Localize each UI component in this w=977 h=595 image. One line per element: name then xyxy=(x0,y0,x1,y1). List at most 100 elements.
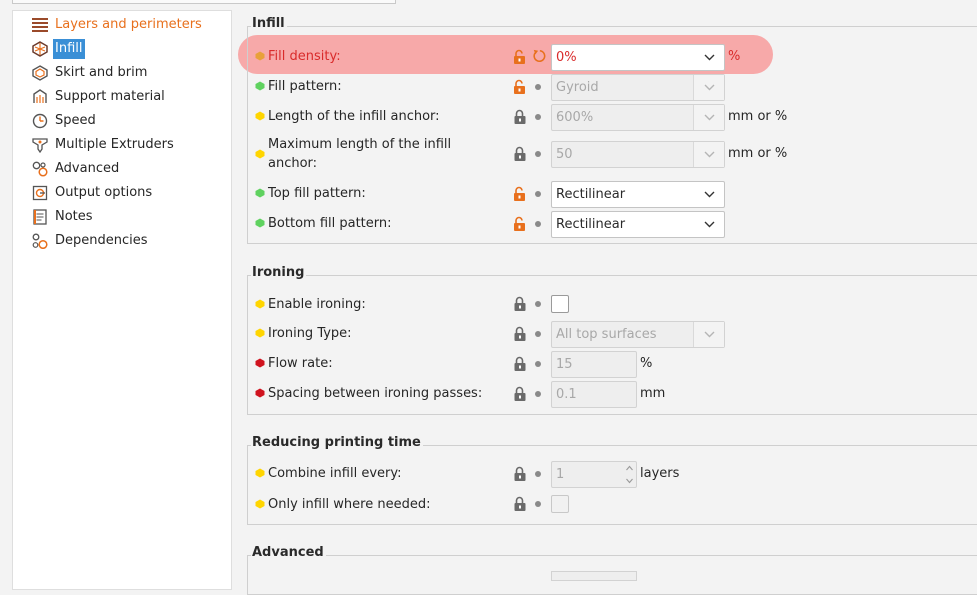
enable-ironing-checkbox[interactable] xyxy=(551,295,569,313)
only-infill-needed-label: Only infill where needed: xyxy=(268,497,431,512)
fill-density-row: Fill density: 0% % xyxy=(255,44,975,71)
fill-density-combo[interactable]: 0% xyxy=(551,44,725,71)
fill-density-label: Fill density: xyxy=(268,49,341,64)
chevron-down-icon[interactable] xyxy=(693,322,724,347)
fill-pattern-value: Gyroid xyxy=(556,80,599,95)
combine-infill-value: 1 xyxy=(556,467,565,482)
sidebar-item-advanced[interactable]: Advanced xyxy=(31,158,121,180)
ironing-spacing-value: 0.1 xyxy=(556,387,577,402)
fill-pattern-combo[interactable]: Gyroid xyxy=(551,74,725,101)
ironing-type-row: Ironing Type: All top surfaces xyxy=(255,321,975,348)
anchor-length-value: 600% xyxy=(556,110,594,125)
sidebar-item-notes[interactable]: Notes xyxy=(31,206,95,228)
sidebar: Layers and perimeters Infill Skirt and b… xyxy=(12,10,232,590)
mode-advanced-dot-icon xyxy=(255,468,265,478)
top-fill-combo[interactable]: Rectilinear xyxy=(551,181,725,208)
infill-group-title: Infill xyxy=(251,16,287,32)
enable-ironing-row: Enable ironing: xyxy=(255,293,975,317)
lock-icon[interactable] xyxy=(512,326,528,342)
ironing-spacing-unit: mm xyxy=(640,386,666,401)
fill-density-value: 0% xyxy=(556,50,577,65)
anchor-max-label-line2: anchor: xyxy=(268,156,318,171)
notes-icon xyxy=(31,209,48,226)
lock-icon[interactable] xyxy=(512,109,528,125)
ironing-type-value: All top surfaces xyxy=(556,327,657,342)
mode-expert-dot-icon xyxy=(255,51,265,61)
mode-simple-dot-icon xyxy=(255,188,265,198)
ironing-spacing-input[interactable]: 0.1 xyxy=(551,381,637,408)
only-infill-needed-row: Only infill where needed: xyxy=(255,493,975,517)
chevron-down-icon[interactable] xyxy=(693,45,724,70)
fill-pattern-row: Fill pattern: Gyroid xyxy=(255,74,975,101)
chevron-down-icon[interactable] xyxy=(693,142,724,167)
anchor-max-unit: mm or % xyxy=(728,146,788,161)
unlocked-icon[interactable] xyxy=(512,79,528,95)
bullet-icon xyxy=(535,361,541,367)
sidebar-item-support[interactable]: Support material xyxy=(31,86,167,108)
skirt-icon xyxy=(31,65,48,82)
sidebar-item-label: Output options xyxy=(55,185,153,200)
sidebar-item-label: Dependencies xyxy=(55,233,148,248)
bullet-icon xyxy=(535,84,541,90)
chevron-down-icon[interactable] xyxy=(693,212,724,237)
unlocked-icon[interactable] xyxy=(512,49,528,65)
flow-rate-input[interactable]: 15 xyxy=(551,351,637,378)
ironing-group-title: Ironing xyxy=(251,265,307,281)
bullet-icon xyxy=(535,331,541,337)
bullet-icon xyxy=(535,114,541,120)
lock-icon[interactable] xyxy=(512,146,528,162)
undo-arrow-icon[interactable] xyxy=(532,49,546,63)
top-fill-row: Top fill pattern: Rectilinear xyxy=(255,181,975,208)
bottom-fill-value: Rectilinear xyxy=(556,217,626,232)
infill-icon xyxy=(31,41,48,58)
only-infill-needed-checkbox[interactable] xyxy=(551,495,569,513)
lock-icon[interactable] xyxy=(512,386,528,402)
bullet-icon xyxy=(535,151,541,157)
spinner-arrows-icon[interactable] xyxy=(625,463,634,486)
sidebar-item-dependencies[interactable]: Dependencies xyxy=(31,230,150,252)
sidebar-item-label: Support material xyxy=(55,89,165,104)
unlocked-icon[interactable] xyxy=(512,186,528,202)
bottom-fill-row: Bottom fill pattern: Rectilinear xyxy=(255,211,975,238)
chevron-down-icon[interactable] xyxy=(693,105,724,130)
lock-icon[interactable] xyxy=(512,466,528,482)
sidebar-item-speed[interactable]: Speed xyxy=(31,110,98,132)
sidebar-item-layers[interactable]: Layers and perimeters xyxy=(31,14,204,36)
bullet-icon xyxy=(535,501,541,507)
sidebar-item-infill[interactable]: Infill xyxy=(31,38,85,60)
sidebar-item-skirt[interactable]: Skirt and brim xyxy=(31,62,149,84)
sidebar-item-label: Skirt and brim xyxy=(55,65,148,80)
sidebar-item-output[interactable]: Output options xyxy=(31,182,154,204)
mode-simple-dot-icon xyxy=(255,218,265,228)
chevron-down-icon[interactable] xyxy=(693,182,724,207)
lock-icon[interactable] xyxy=(512,356,528,372)
sidebar-item-label: Multiple Extruders xyxy=(55,137,174,152)
sidebar-item-extruders[interactable]: Multiple Extruders xyxy=(31,134,176,156)
flow-rate-row: Flow rate: 15 % xyxy=(255,351,975,378)
ironing-type-combo[interactable]: All top surfaces xyxy=(551,321,725,348)
speed-icon xyxy=(31,113,48,130)
unlocked-icon[interactable] xyxy=(512,216,528,232)
ironing-spacing-row: Spacing between ironing passes: 0.1 mm xyxy=(255,381,975,408)
bottom-fill-label: Bottom fill pattern: xyxy=(268,216,392,231)
anchor-max-value: 50 xyxy=(556,147,573,162)
flow-rate-value: 15 xyxy=(556,357,573,372)
enable-ironing-label: Enable ironing: xyxy=(268,297,366,312)
anchor-max-row: Maximum length of the infill anchor: 50 … xyxy=(255,134,975,174)
mode-advanced-dot-icon xyxy=(255,299,265,309)
top-fill-value: Rectilinear xyxy=(556,187,626,202)
bottom-fill-combo[interactable]: Rectilinear xyxy=(551,211,725,238)
lock-icon[interactable] xyxy=(512,496,528,512)
chevron-down-icon[interactable] xyxy=(693,75,724,100)
advanced-first-input[interactable] xyxy=(551,571,637,581)
advanced-icon xyxy=(31,161,48,178)
anchor-length-combo[interactable]: 600% xyxy=(551,104,725,131)
sidebar-item-label: Notes xyxy=(55,209,93,224)
bullet-icon xyxy=(535,471,541,477)
lock-icon[interactable] xyxy=(512,296,528,312)
combine-infill-spinner[interactable]: 1 xyxy=(551,461,637,488)
sidebar-item-label: Advanced xyxy=(55,161,120,176)
anchor-length-row: Length of the infill anchor: 600% mm or … xyxy=(255,104,975,131)
layers-icon xyxy=(31,17,48,34)
anchor-max-combo[interactable]: 50 xyxy=(551,141,725,168)
